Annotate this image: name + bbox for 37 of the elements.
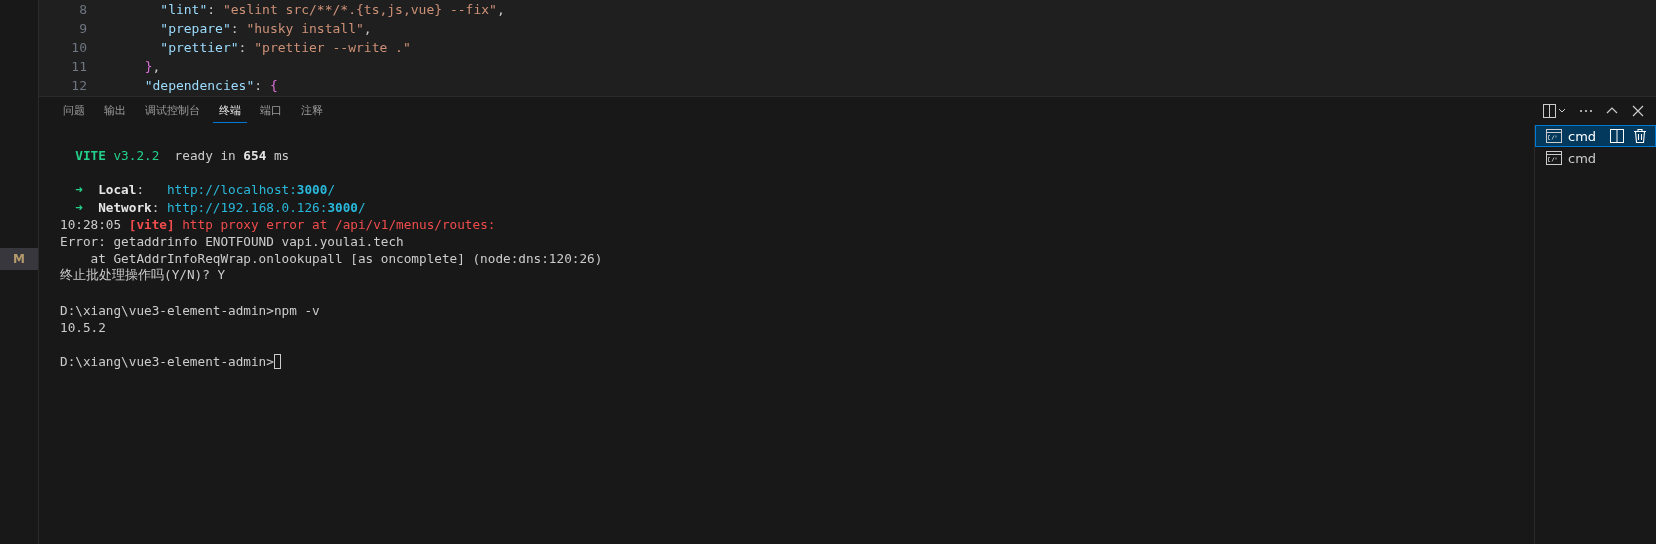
- terminal-line: at GetAddrInfoReqWrap.onlookupall [as oncomplete] (node:dns:120:26): [89, 251, 603, 267]
- panel-tab[interactable]: 终端: [213, 99, 247, 123]
- trash-icon[interactable]: [1633, 128, 1647, 144]
- split-layout-icon[interactable]: [1542, 103, 1568, 119]
- source-control-badge[interactable]: M: [0, 248, 38, 270]
- code-line: "prepare": "husky install",: [159, 21, 372, 36]
- terminal-list-item[interactable]: cmd: [1535, 125, 1656, 147]
- close-icon[interactable]: [1630, 103, 1646, 119]
- code-line: "dependencies": {: [143, 78, 278, 93]
- line-number: 9: [78, 21, 87, 36]
- panel-tab[interactable]: 调试控制台: [139, 99, 206, 123]
- terminal-line: D:\xiang\vue3-element-admin>: [60, 354, 274, 370]
- panel-tab[interactable]: 注释: [295, 99, 329, 123]
- code-line: "prettier": "prettier --write .": [159, 40, 411, 55]
- panel-tab[interactable]: 输出: [98, 99, 132, 123]
- code-line: "lint": "eslint src/**/*.{ts,js,vue} --fix",: [159, 2, 505, 17]
- terminal-line: 10:28:05 [vite] http proxy error at /api/v1/menus/routes:: [60, 216, 496, 232]
- terminal-name: cmd: [1568, 128, 1597, 144]
- line-number: 8: [78, 2, 87, 17]
- code-line: },: [143, 59, 161, 74]
- terminal-icon: [1546, 151, 1562, 165]
- terminal-line: 10.5.2: [60, 319, 106, 335]
- terminal-name: cmd: [1568, 150, 1597, 166]
- terminal-line: ➜ Local: http://localhost:3000/: [74, 182, 336, 198]
- panel-tab[interactable]: 问题: [57, 99, 91, 123]
- terminal-line: D:\xiang\vue3-element-admin>npm -v: [60, 302, 320, 318]
- terminal-icon: [1546, 129, 1562, 143]
- terminal-line: Error: getaddrinfo ENOTFOUND vapi.youlai.tech: [60, 234, 404, 250]
- line-number: 12: [70, 78, 87, 93]
- terminal-line: 终止批处理操作吗(Y/N)? Y: [60, 267, 226, 285]
- split-icon[interactable]: [1609, 128, 1625, 144]
- panel-tab[interactable]: 端口: [254, 99, 288, 123]
- line-number: 11: [70, 59, 87, 74]
- terminal-line: ➜ Network: http://192.168.0.126:3000/: [74, 199, 366, 215]
- line-number: 10: [70, 40, 87, 55]
- terminal-line: VITE v3.2.2 ready in 654 ms: [74, 148, 290, 164]
- terminal-list-item[interactable]: cmd: [1535, 147, 1656, 169]
